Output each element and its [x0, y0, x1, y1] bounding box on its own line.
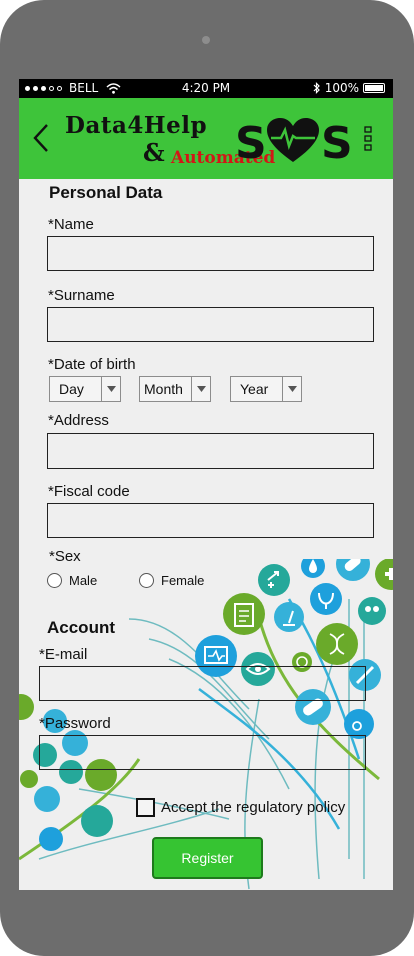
doctors-icon: [358, 597, 386, 625]
fiscal-code-field[interactable]: [47, 503, 374, 538]
surname-label: *Surname: [48, 287, 115, 304]
accept-policy-label: Accept the regulatory policy: [161, 799, 346, 816]
logo-ampersand: &: [143, 138, 165, 167]
status-right: 100%: [313, 81, 385, 95]
svg-text:S: S: [235, 118, 267, 166]
microscope-icon: [274, 602, 304, 632]
status-bar: BELL 4:20 PM 100%: [19, 79, 393, 98]
surname-field[interactable]: [47, 307, 374, 342]
app-header: Data4Help & Automated S S: [19, 98, 393, 179]
cross-icon: [19, 694, 34, 720]
app-logo: Data4Help & Automated S S: [63, 110, 363, 170]
radio-male[interactable]: Male: [47, 573, 97, 588]
camera-dot: [202, 36, 210, 44]
date-of-birth-label: *Date of birth: [48, 356, 136, 373]
screen: BELL 4:20 PM 100% Data4Help & Automated …: [19, 79, 393, 890]
phone-frame: BELL 4:20 PM 100% Data4Help & Automated …: [0, 0, 414, 956]
year-select[interactable]: Year: [230, 376, 302, 402]
password-label: *Password: [39, 715, 111, 732]
personal-data-heading: Personal Data: [49, 183, 163, 202]
account-heading: Account: [47, 618, 115, 637]
chevron-down-icon: [282, 377, 301, 401]
syringe-tiny-icon: [39, 827, 63, 851]
pill-bottle-icon: [34, 786, 60, 812]
radio-male-label: Male: [69, 573, 98, 588]
chevron-down-icon: [191, 377, 210, 401]
day-select[interactable]: Day: [49, 376, 121, 402]
radio-male-circle[interactable]: [47, 573, 62, 588]
month-select-value: Month: [144, 381, 183, 397]
bluetooth-icon: [313, 82, 320, 94]
battery-percent: 100%: [324, 81, 359, 95]
back-button[interactable]: [31, 122, 51, 154]
fiscal-code-label: *Fiscal code: [48, 483, 130, 500]
year-select-value: Year: [240, 381, 269, 397]
name-field[interactable]: [47, 236, 374, 271]
name-label: *Name: [48, 216, 94, 233]
logo-data4help: Data4Help: [65, 112, 208, 139]
menu-button[interactable]: [363, 125, 373, 153]
month-select[interactable]: Month: [139, 376, 211, 402]
sex-label: *Sex: [49, 548, 81, 565]
gender-male-icon: [258, 564, 290, 596]
virus-icon: [20, 770, 38, 788]
nurse-icon: [81, 805, 113, 837]
chevron-down-icon: [101, 377, 120, 401]
accept-policy-checkbox[interactable]: Accept the regulatory policy: [136, 798, 345, 817]
back-arrow-icon: [33, 124, 48, 152]
more-vertical-icon: [364, 126, 372, 151]
radio-female-circle[interactable]: [139, 573, 154, 588]
radio-female-label: Female: [161, 573, 205, 588]
email-field[interactable]: [39, 666, 366, 701]
password-field[interactable]: [39, 735, 366, 770]
battery-icon: [363, 83, 385, 93]
registration-form: Personal Data *Name *Surname *Date of bi…: [19, 179, 393, 890]
register-button[interactable]: Register: [152, 837, 263, 879]
day-select-value: Day: [59, 381, 84, 397]
svg-text:S: S: [321, 118, 353, 166]
checkbox-box[interactable]: [136, 798, 155, 817]
address-field[interactable]: [47, 433, 374, 469]
radio-female[interactable]: Female: [139, 573, 204, 588]
address-label: *Address: [48, 412, 109, 429]
email-label: *E-mail: [39, 646, 88, 663]
clipboard-icon: [223, 593, 265, 635]
stethoscope-icon: [310, 583, 342, 615]
sos-heart-logo-icon: S S: [235, 118, 353, 166]
